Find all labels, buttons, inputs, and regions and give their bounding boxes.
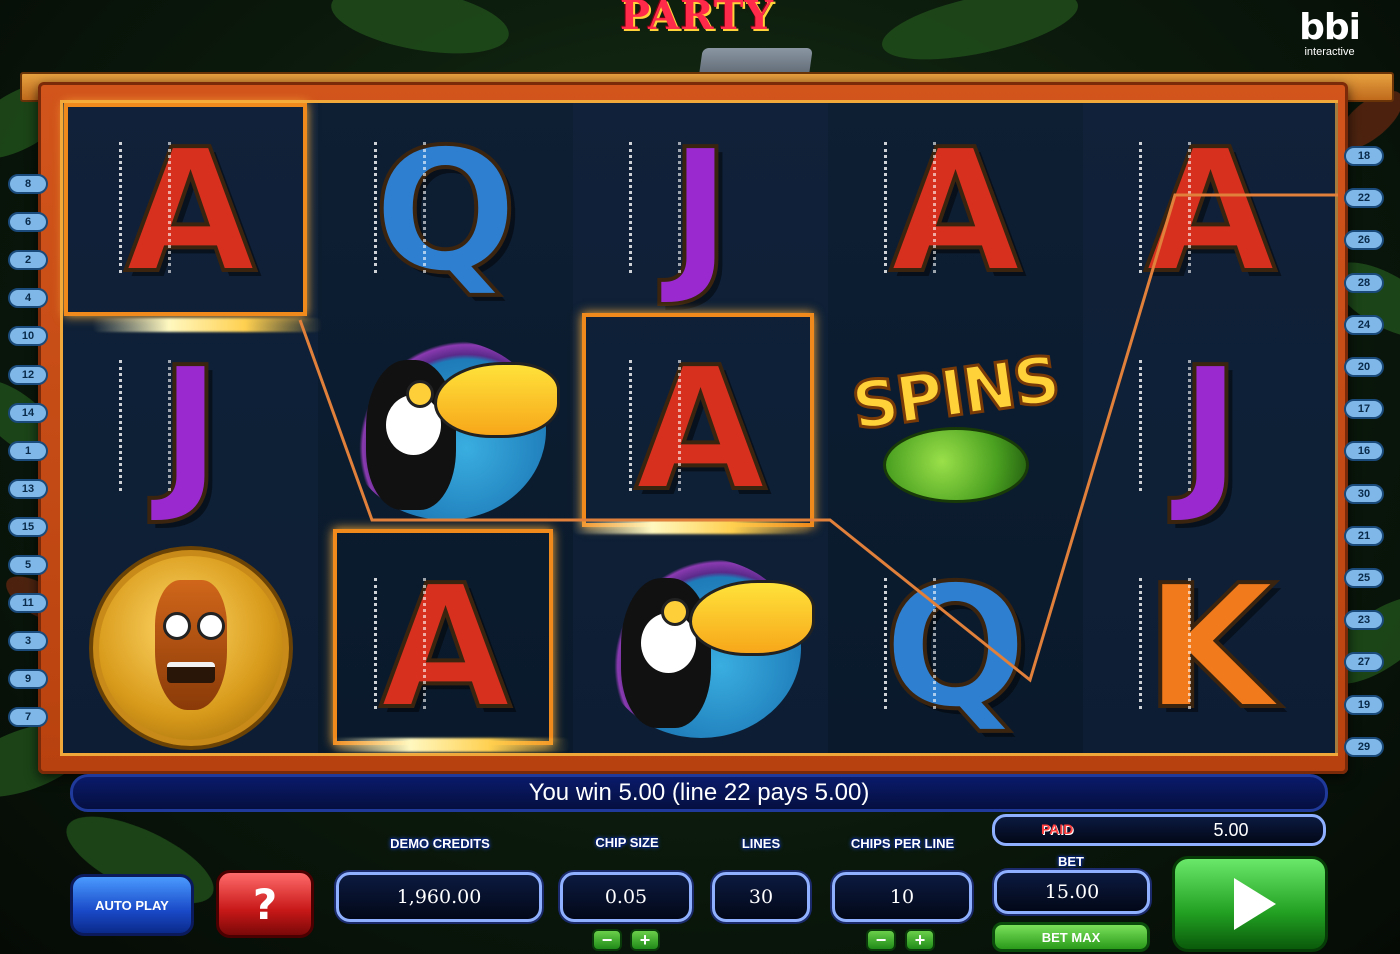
tribal-pattern: [629, 142, 681, 274]
payline-badge-4[interactable]: 4: [8, 288, 48, 309]
payline-badge-28[interactable]: 28: [1344, 272, 1384, 293]
chip-size-label: CHIP SIZE: [595, 835, 659, 850]
payline-badge-15[interactable]: 15: [8, 516, 48, 537]
tribal-pattern: [1139, 360, 1191, 492]
toucan-icon: [345, 340, 560, 520]
win-glow-trail: [92, 318, 322, 332]
payline-badge-2[interactable]: 2: [8, 250, 48, 271]
spin-button[interactable]: [1172, 856, 1328, 952]
symbol-J-purple: J: [1083, 321, 1338, 539]
help-button[interactable]: ?: [216, 870, 314, 938]
payline-badge-26[interactable]: 26: [1344, 230, 1384, 251]
toucan-icon: [600, 558, 815, 738]
symbol-Q-blue: Q: [828, 539, 1083, 757]
tiki-mask-icon: [88, 546, 293, 750]
chip-size-display: 0.05: [560, 872, 692, 922]
lines-display: 30: [712, 872, 810, 922]
payline-badge-13[interactable]: 13: [8, 478, 48, 499]
payline-badge-23[interactable]: 23: [1344, 610, 1384, 631]
tribal-pattern: [1139, 142, 1191, 274]
symbol-J-purple: J: [573, 103, 828, 321]
tribal-pattern: [884, 142, 936, 274]
tribal-pattern: [119, 360, 171, 492]
tribal-pattern: [374, 142, 426, 274]
payline-badge-16[interactable]: 16: [1344, 441, 1384, 462]
lines-label: LINES: [741, 836, 781, 851]
chips-per-line-increase-button[interactable]: +: [905, 929, 935, 951]
tribal-pattern: [884, 578, 936, 710]
payline-badge-17[interactable]: 17: [1344, 399, 1384, 420]
payline-badge-8[interactable]: 8: [8, 174, 48, 194]
brand-subtitle: interactive: [1304, 46, 1355, 58]
payline-badge-20[interactable]: 20: [1344, 357, 1384, 377]
win-highlight-box: [582, 313, 814, 527]
chips-per-line-label: CHIPS PER LINE: [850, 836, 955, 851]
win-message-bar: You win 5.00 (line 22 pays 5.00): [70, 774, 1328, 812]
payline-badge-3[interactable]: 3: [8, 631, 48, 652]
payline-badge-5[interactable]: 5: [8, 555, 48, 575]
game-logo: PARTY: [620, 0, 775, 39]
autoplay-button[interactable]: AUTO PLAY: [70, 874, 194, 936]
bet-max-button[interactable]: BET MAX: [992, 922, 1150, 952]
symbol-spins-scatter: SPINS: [828, 321, 1083, 539]
symbol-Q-blue: Q: [318, 103, 573, 321]
chip-size-decrease-button[interactable]: −: [592, 929, 622, 951]
payline-badge-6[interactable]: 6: [8, 212, 48, 233]
payline-badge-21[interactable]: 21: [1344, 525, 1384, 546]
tribal-pattern: [1139, 578, 1191, 710]
payline-badge-27[interactable]: 27: [1344, 652, 1384, 673]
payline-badge-9[interactable]: 9: [8, 669, 48, 690]
symbol-A-red: A: [1083, 103, 1338, 321]
chips-per-line-display: 10: [832, 872, 972, 922]
demo-credits-display: 1,960.00: [336, 872, 542, 922]
payline-badge-19[interactable]: 19: [1344, 694, 1384, 715]
symbol-mask-coin: [63, 539, 318, 757]
paid-panel: PAID 5.00: [992, 814, 1326, 846]
bet-display: 15.00: [994, 870, 1150, 914]
win-glow-trail: [572, 520, 812, 534]
spins-text: SPINS: [847, 341, 1065, 446]
payline-badge-22[interactable]: 22: [1344, 188, 1384, 209]
chip-size-increase-button[interactable]: +: [630, 929, 660, 951]
demo-credits-label: DEMO CREDITS: [390, 836, 490, 851]
paid-label: PAID: [1041, 821, 1074, 837]
win-highlight-box: [64, 103, 307, 316]
symbol-J-purple: J: [63, 321, 318, 539]
payline-badge-25[interactable]: 25: [1344, 568, 1384, 588]
symbol-A-red: A: [828, 103, 1083, 321]
payline-badge-30[interactable]: 30: [1344, 483, 1384, 504]
symbol-toucan: [573, 539, 828, 757]
payline-badge-7[interactable]: 7: [8, 707, 48, 728]
win-glow-trail: [330, 738, 570, 752]
payline-badge-1[interactable]: 1: [8, 440, 48, 461]
payline-badge-18[interactable]: 18: [1344, 146, 1384, 166]
payline-badge-14[interactable]: 14: [8, 402, 48, 423]
payline-badge-12[interactable]: 12: [8, 364, 48, 385]
brand-name: bbi: [1299, 7, 1361, 48]
payline-badge-11[interactable]: 11: [8, 593, 48, 614]
bet-label: BET: [1058, 854, 1084, 869]
win-message: You win 5.00 (line 22 pays 5.00): [528, 779, 870, 806]
paid-value: 5.00: [1213, 820, 1249, 840]
win-highlight-box: [333, 529, 553, 745]
symbol-K-orange: K: [1083, 539, 1338, 757]
brand-logo: bbi interactive: [1299, 7, 1361, 59]
chips-per-line-decrease-button[interactable]: −: [866, 929, 896, 951]
payline-badge-24[interactable]: 24: [1344, 314, 1384, 335]
payline-badge-10[interactable]: 10: [8, 326, 48, 347]
symbol-toucan: [318, 321, 573, 539]
payline-badge-29[interactable]: 29: [1344, 736, 1384, 757]
play-icon: [1234, 878, 1276, 930]
